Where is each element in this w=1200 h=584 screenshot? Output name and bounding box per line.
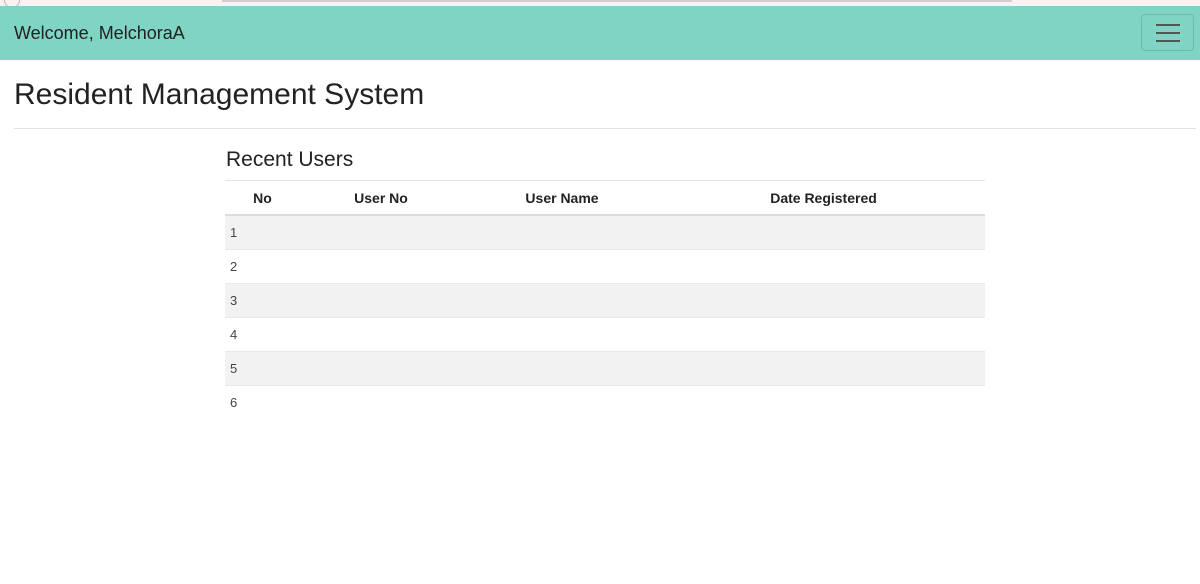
cell-date-registered [662, 215, 985, 250]
cell-user-name [462, 352, 662, 386]
divider [14, 128, 1196, 129]
hamburger-menu-icon [1156, 24, 1180, 42]
cell-date-registered [662, 318, 985, 352]
cell-user-name [462, 284, 662, 318]
cell-user-name [462, 250, 662, 284]
table-row: 3 [225, 283, 985, 318]
navbar-toggle-button[interactable] [1141, 14, 1194, 51]
table-header-row: No User No User Name Date Registered [225, 180, 985, 216]
cell-no: 3 [230, 293, 238, 308]
welcome-text: Welcome, MelchoraA [14, 23, 185, 43]
cell-user-no [300, 284, 462, 318]
cell-no: 5 [230, 361, 238, 376]
cell-date-registered [662, 250, 985, 284]
cell-user-no [300, 386, 462, 420]
recent-users-title: Recent Users [226, 148, 354, 171]
cell-user-name [462, 215, 662, 250]
cell-no: 1 [230, 225, 238, 240]
cell-no: 6 [230, 395, 238, 410]
table-row: 6 [225, 385, 985, 420]
table-row: 2 [225, 249, 985, 284]
recent-users-table: No User No User Name Date Registered 1 2… [225, 180, 985, 419]
table-row: 5 [225, 351, 985, 386]
cell-user-no [300, 352, 462, 386]
cell-user-name [462, 386, 662, 420]
cell-user-no [300, 215, 462, 250]
column-header-date-registered: Date Registered [662, 180, 985, 216]
cell-user-name [462, 318, 662, 352]
column-header-user-no: User No [300, 180, 462, 216]
column-header-no: No [225, 180, 300, 216]
cell-user-no [300, 318, 462, 352]
cell-date-registered [662, 284, 985, 318]
page-title: Resident Management System [14, 78, 425, 111]
navbar: Welcome, MelchoraA [0, 6, 1200, 60]
cell-no: 2 [230, 259, 238, 274]
address-bar[interactable] [222, 0, 1012, 2]
table-row: 1 [225, 215, 985, 250]
cell-date-registered [662, 386, 985, 420]
cell-date-registered [662, 352, 985, 386]
table-row: 4 [225, 317, 985, 352]
cell-user-no [300, 250, 462, 284]
cell-no: 4 [230, 327, 238, 342]
column-header-user-name: User Name [462, 180, 662, 216]
